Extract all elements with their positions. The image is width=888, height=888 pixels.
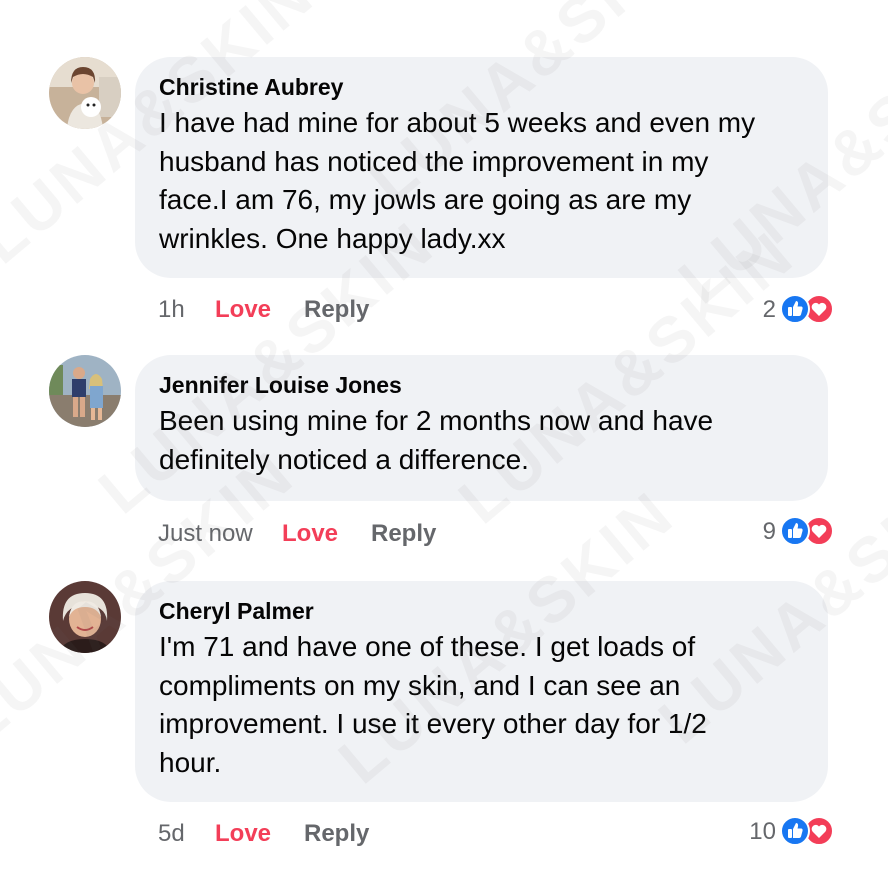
avatar-photo (49, 581, 121, 653)
like-reaction-icon (780, 816, 810, 846)
comment-text: Been using mine for 2 months now and hav… (159, 402, 804, 479)
avatar-photo (49, 355, 121, 427)
comment-line: hour. (159, 746, 222, 778)
comment-actions: 1h Love Reply (158, 292, 369, 328)
reaction-icons (780, 516, 836, 548)
comment-actions: Just now Love Reply (158, 516, 436, 552)
love-button[interactable]: Love (215, 820, 304, 848)
comment-line: improvement. I use it every other day fo… (159, 708, 707, 739)
comment-bubble: Cheryl Palmer I'm 71 and have one of the… (135, 581, 828, 802)
reaction-icons (780, 294, 836, 326)
comment-line: wrinkles. One happy lady.xx (159, 222, 506, 254)
commenter-name[interactable]: Jennifer Louise Jones (159, 370, 804, 400)
avatar[interactable] (49, 581, 121, 653)
comment-time[interactable]: 5d (158, 820, 215, 848)
reaction-count: 9 (762, 518, 776, 545)
reaction-count: 10 (749, 818, 776, 845)
reaction-count: 2 (762, 296, 776, 323)
comment-bubble: Jennifer Louise Jones Been using mine fo… (135, 355, 828, 501)
reactions-summary[interactable]: 9 (763, 514, 836, 550)
comment-line: face.I am 76, my jowls are going as are … (159, 184, 692, 215)
reply-button[interactable]: Reply (304, 296, 369, 324)
comment-line: I have had mine for about 5 weeks and ev… (159, 107, 756, 138)
avatar-photo (49, 57, 121, 129)
love-button[interactable]: Love (282, 520, 371, 548)
comment-line: definitely noticed a difference. (159, 443, 529, 475)
reactions-summary[interactable]: 2 (763, 292, 836, 328)
comment-bubble: Christine Aubrey I have had mine for abo… (135, 57, 828, 278)
commenter-name[interactable]: Cheryl Palmer (159, 596, 804, 626)
comment-text: I'm 71 and have one of these. I get load… (159, 628, 804, 782)
comment-line: Been using mine for 2 months now and hav… (159, 405, 714, 436)
comment-line: I'm 71 and have one of these. I get load… (159, 631, 696, 662)
reply-button[interactable]: Reply (371, 520, 436, 548)
love-button[interactable]: Love (215, 296, 304, 324)
like-reaction-icon (780, 294, 810, 324)
comment-line: husband has noticed the improvement in m… (159, 145, 709, 177)
reaction-icons (780, 816, 836, 848)
avatar[interactable] (49, 355, 121, 427)
comment-time[interactable]: Just now (158, 520, 282, 548)
comment-text: I have had mine for about 5 weeks and ev… (159, 104, 804, 258)
reactions-summary[interactable]: 10 (749, 814, 836, 850)
reply-button[interactable]: Reply (304, 820, 369, 848)
comment-actions: 5d Love Reply (158, 816, 369, 852)
comment-line: compliments on my skin, and I can see an (159, 669, 681, 701)
avatar[interactable] (49, 57, 121, 129)
like-reaction-icon (780, 516, 810, 546)
comment-time[interactable]: 1h (158, 296, 215, 324)
commenter-name[interactable]: Christine Aubrey (159, 72, 804, 102)
